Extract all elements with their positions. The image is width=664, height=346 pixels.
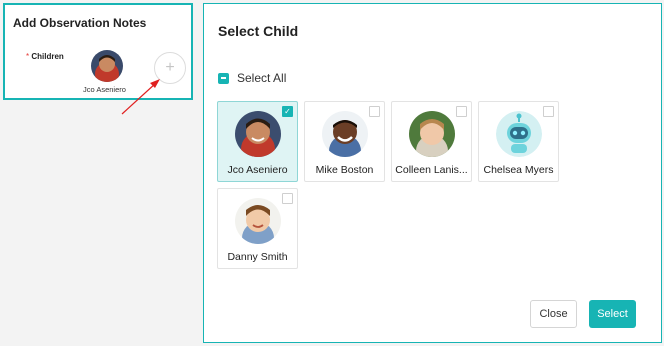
child-name: Danny Smith xyxy=(227,251,288,263)
child-checkbox[interactable] xyxy=(456,106,467,117)
plus-icon: + xyxy=(165,59,175,76)
select-all-label[interactable]: Select All xyxy=(237,71,286,85)
modal-title: Select Child xyxy=(218,23,299,39)
card-title: Add Observation Notes xyxy=(13,16,147,30)
observation-notes-card: Add Observation Notes * Children Jco Ase… xyxy=(3,3,193,100)
children-label-text: Children xyxy=(31,52,64,61)
child-card-mike-boston[interactable]: Mike Boston xyxy=(304,101,385,182)
children-field-label: * Children xyxy=(26,52,64,61)
child-name: Colleen Lanis... xyxy=(395,164,468,176)
child-name: Mike Boston xyxy=(315,164,374,176)
select-all-toggle[interactable]: Select All xyxy=(218,71,286,85)
screen: Add Observation Notes * Children Jco Ase… xyxy=(0,0,664,346)
add-child-button[interactable]: + xyxy=(154,52,186,84)
close-button[interactable]: Close xyxy=(530,300,577,328)
minus-icon xyxy=(221,77,226,79)
check-icon: ✓ xyxy=(284,106,291,116)
child-avatar xyxy=(235,198,281,244)
select-button[interactable]: Select xyxy=(589,300,636,328)
child-avatar xyxy=(235,111,281,157)
child-checkbox[interactable] xyxy=(543,106,554,117)
child-card-chelsea-myers[interactable]: Chelsea Myers xyxy=(478,101,559,182)
selected-child-avatar[interactable] xyxy=(91,50,123,82)
child-checkbox[interactable]: ✓ xyxy=(282,106,293,117)
child-avatar xyxy=(322,111,368,157)
child-avatar xyxy=(409,111,455,157)
required-star: * xyxy=(26,52,30,61)
selected-child-name: Jco Aseniero xyxy=(83,85,126,94)
child-name: Jco Aseniero xyxy=(227,164,288,176)
select-all-checkbox[interactable] xyxy=(218,72,229,84)
robot-avatar-icon xyxy=(496,111,542,157)
child-checkbox[interactable] xyxy=(282,193,293,204)
child-name: Chelsea Myers xyxy=(483,164,554,176)
child-card-danny-smith[interactable]: Danny Smith xyxy=(217,188,298,269)
child-checkbox[interactable] xyxy=(369,106,380,117)
child-card-jco-aseniero[interactable]: ✓ Jco Aseniero xyxy=(217,101,298,182)
select-child-modal: Select Child Select All ✓ Jco Aseniero M… xyxy=(203,3,662,343)
child-card-colleen-lanis[interactable]: Colleen Lanis... xyxy=(391,101,472,182)
